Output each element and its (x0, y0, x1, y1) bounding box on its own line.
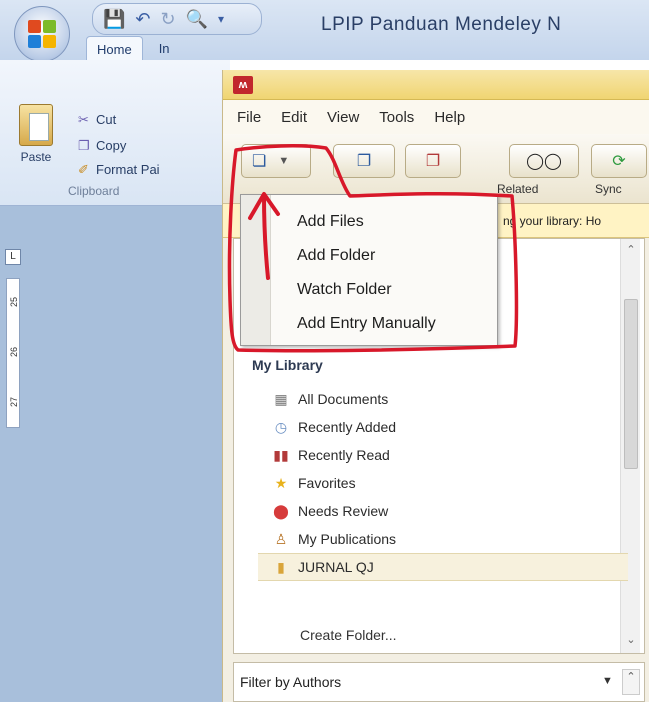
ribbon-panel: Paste ✂ Cut ❐ Copy ✐ Format Pai Clipboard (0, 60, 230, 206)
print-preview-icon[interactable]: 🔍 (186, 9, 208, 30)
tab-insert[interactable]: In (149, 36, 180, 60)
vertical-ruler: 25 26 27 (6, 278, 20, 428)
folder-remove-icon: ❐ (425, 153, 441, 170)
remove-from-folder-button[interactable]: ❐ (405, 144, 461, 178)
format-painter-button[interactable]: ✐ Format Pai (78, 162, 160, 178)
ruler-mark: 25 (9, 296, 20, 308)
sync-button[interactable]: ⟳ (591, 144, 647, 178)
qat-dropdown-icon[interactable]: ▾ (218, 12, 224, 26)
format-painter-label: Format Pai (96, 162, 160, 177)
clipboard-group-label: Clipboard (68, 184, 120, 198)
undo-icon[interactable]: ↶ (135, 9, 150, 30)
sidebar-item-my-publications[interactable]: ♙ My Publications (272, 525, 396, 553)
filter-bar: Filter by Authors ▼ ⌃ (233, 662, 645, 702)
copy-label: Copy (96, 138, 127, 153)
clipboard-icon (19, 104, 53, 146)
menu-file[interactable]: File (237, 109, 261, 126)
scroll-up-icon[interactable]: ⌃ (623, 243, 639, 259)
sidebar-item-all-documents[interactable]: ▦ All Documents (272, 385, 388, 413)
recently-read-icon: ▮▮ (273, 446, 289, 463)
office-button[interactable] (14, 6, 70, 62)
mendeley-titlebar: ʍ (223, 70, 649, 100)
my-library-heading: My Library (252, 357, 323, 373)
sidebar-scrollbar[interactable]: ⌃ ⌄ (620, 239, 640, 653)
save-icon[interactable]: 💾 (103, 9, 125, 30)
all-documents-icon: ▦ (274, 390, 288, 407)
favorites-star-icon: ★ (274, 474, 288, 491)
sidebar-item-label: Needs Review (298, 503, 389, 519)
sync-label: Sync (595, 182, 622, 196)
sidebar-item-jurnal-folder[interactable]: ▮ JURNAL QJ (258, 553, 628, 581)
mendeley-window: ʍ File Edit View Tools Help ❏ ▼ ❐ ❐ ◯◯ ⟳… (222, 70, 649, 702)
add-documents-menu: Add Files Add Folder Watch Folder Add En… (240, 194, 498, 346)
sidebar-item-label: JURNAL QJ (298, 559, 374, 575)
chevron-down-icon[interactable]: ▼ (278, 155, 289, 167)
create-folder-link[interactable]: Create Folder... (300, 627, 397, 643)
sidebar-item-recently-read[interactable]: ▮▮ Recently Read (272, 441, 390, 469)
sync-icon: ⟳ (612, 153, 626, 170)
format-painter-icon: ✐ (78, 162, 89, 177)
related-label: Related (497, 182, 539, 196)
related-button[interactable]: ◯◯ (509, 144, 579, 178)
sidebar-item-recently-added[interactable]: ◷ Recently Added (272, 413, 396, 441)
sidebar-item-needs-review[interactable]: ⬤ Needs Review (272, 497, 388, 525)
menu-item-watch-folder[interactable]: Watch Folder (297, 281, 392, 299)
tab-home[interactable]: Home (86, 36, 143, 60)
my-publications-icon: ♙ (274, 530, 288, 547)
menu-tools[interactable]: Tools (379, 109, 414, 126)
ruler-mark: 27 (9, 396, 20, 408)
ruler-mark: 26 (9, 346, 20, 358)
scroll-down-icon[interactable]: ⌄ (623, 633, 639, 649)
redo-icon[interactable]: ↻ (161, 9, 176, 30)
folder-icon: ▮ (277, 558, 285, 575)
sidebar-item-label: Favorites (298, 475, 356, 491)
menu-item-add-entry-manually[interactable]: Add Entry Manually (297, 315, 436, 333)
menu-help[interactable]: Help (434, 109, 465, 126)
needs-review-icon: ⬤ (273, 502, 289, 519)
copy-button[interactable]: ❐ Copy (78, 138, 126, 154)
sidebar-item-label: Recently Added (298, 419, 397, 435)
scroll-thumb[interactable] (624, 299, 638, 469)
quick-access-toolbar: 💾 ↶ ↻ 🔍 ▾ (92, 3, 262, 35)
word-titlebar: 💾 ↶ ↻ 🔍 ▾ LPIP Panduan Mendeley N Home I… (0, 0, 649, 62)
mendeley-logo-icon: ʍ (233, 76, 253, 94)
cut-button[interactable]: ✂ Cut (78, 112, 116, 128)
menu-icon-strip (241, 195, 271, 345)
menu-view[interactable]: View (327, 109, 359, 126)
sidebar-item-label: My Publications (298, 531, 397, 547)
menu-item-add-folder[interactable]: Add Folder (297, 247, 375, 265)
menubar: File Edit View Tools Help (223, 100, 649, 134)
paste-label: Paste (20, 150, 52, 164)
chevron-down-icon[interactable]: ▼ (602, 675, 613, 687)
document-area: L 25 26 27 (0, 206, 230, 702)
scissors-icon: ✂ (78, 112, 89, 127)
add-to-folder-button[interactable]: ❐ (333, 144, 395, 178)
add-documents-button[interactable]: ❏ ▼ (241, 144, 311, 178)
paste-button[interactable]: Paste (14, 104, 58, 184)
folder-add-icon: ❐ (356, 153, 372, 170)
ribbon-tabs: Home In (86, 36, 180, 60)
cut-label: Cut (96, 112, 117, 127)
sidebar-item-label: Recently Read (298, 447, 390, 463)
sidebar-item-label: All Documents (298, 391, 389, 407)
recently-added-icon: ◷ (274, 418, 288, 435)
related-icon: ◯◯ (526, 153, 562, 170)
sidebar-item-favorites[interactable]: ★ Favorites (272, 469, 356, 497)
add-document-icon: ❏ (252, 153, 267, 170)
tab-selector[interactable]: L (5, 249, 21, 265)
filter-select[interactable]: Filter by Authors (240, 674, 341, 690)
menu-item-add-files[interactable]: Add Files (297, 213, 364, 231)
copy-icon: ❐ (78, 138, 90, 153)
word-document-title: LPIP Panduan Mendeley N (321, 14, 562, 35)
filter-scroll-up-icon[interactable]: ⌃ (622, 669, 640, 695)
office-logo-icon (27, 19, 57, 49)
menu-edit[interactable]: Edit (281, 109, 307, 126)
